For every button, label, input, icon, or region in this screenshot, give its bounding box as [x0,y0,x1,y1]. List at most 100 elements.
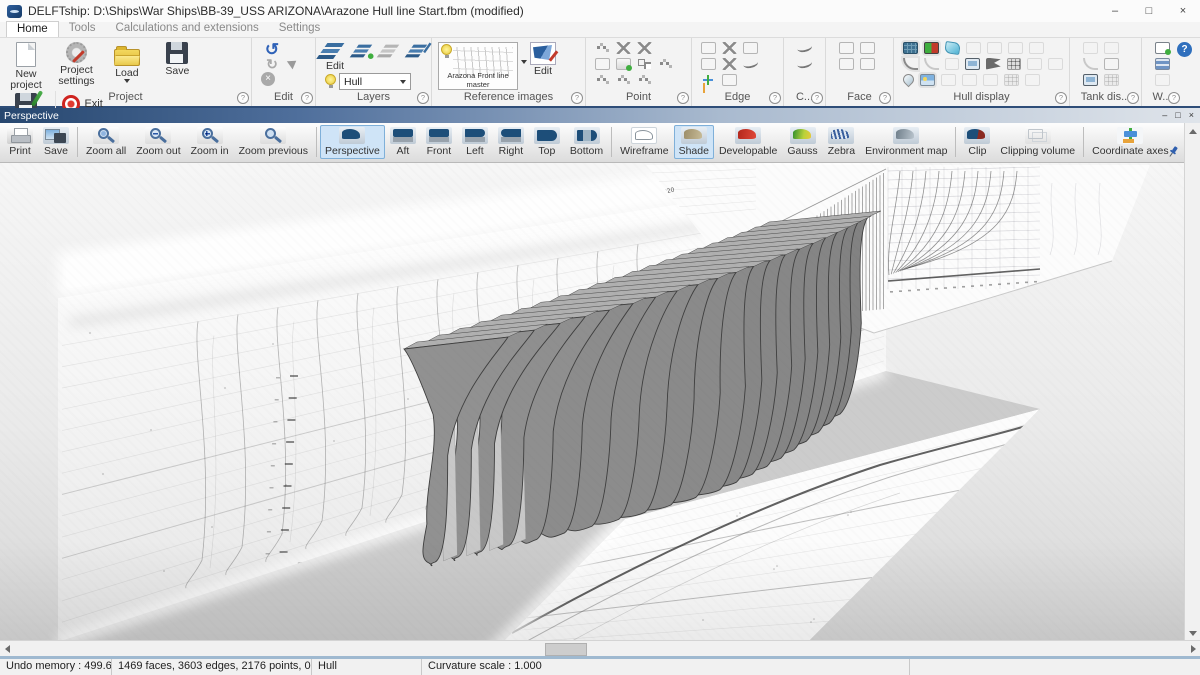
layer-visibility-icon[interactable] [325,74,336,89]
select-mode-icon[interactable] [287,57,299,70]
save-button[interactable]: Save [38,125,74,159]
restore-button[interactable]: □ [1132,1,1166,22]
right-button[interactable]: Right [493,125,529,159]
new-window-icon[interactable] [1155,42,1170,54]
show-buttocks-icon[interactable] [987,42,1002,54]
help-point-icon[interactable]: ? [677,92,689,104]
project-points-icon[interactable] [595,58,610,70]
show-report-icon[interactable] [1025,74,1040,86]
tile-windows-icon[interactable] [1155,58,1170,70]
tank-grid-icon[interactable] [1104,74,1119,86]
panel-close-button[interactable]: × [1189,109,1194,122]
help-button[interactable]: ? [1177,42,1192,57]
intersect-lines-icon[interactable] [616,42,631,54]
3d-viewport[interactable]: 5020 [0,163,1184,640]
scroll-left-icon[interactable] [5,645,10,653]
coordinate-axes-button[interactable]: Coordinate axes [1087,125,1173,159]
horizontal-scrollbar[interactable] [0,640,1200,656]
tank-select-icon[interactable] [1104,58,1119,70]
top-button[interactable]: Top [529,125,565,159]
menu-tab-home[interactable]: Home [6,21,59,37]
flip-face-icon[interactable] [860,42,875,54]
scroll-up-icon[interactable] [1189,129,1197,134]
cascade-windows-icon[interactable] [1155,74,1170,86]
collapse-points-icon[interactable] [595,42,610,54]
project-settings-button[interactable]: Project settings [53,40,99,87]
left-button[interactable]: Left [457,125,493,159]
tank-curve-icon[interactable] [1083,58,1098,70]
show-normals-icon[interactable] [945,58,960,70]
insert-edge-icon[interactable] [722,74,737,86]
edge-fork-icon[interactable] [742,58,759,70]
zoom-in-button[interactable]: Zoom in [186,125,234,159]
new-project-button[interactable]: New project [3,40,49,91]
tank-leaf-icon[interactable] [1104,42,1119,54]
cross-points-icon[interactable] [637,42,652,54]
help-edit-icon[interactable]: ? [301,92,313,104]
vertical-scrollbar[interactable] [1184,123,1200,640]
layer-properties-icon[interactable] [410,44,427,58]
save-button[interactable]: Save [154,40,200,77]
extrude-face-icon[interactable] [860,58,875,70]
toolbar-pin-icon[interactable] [1168,146,1178,158]
aft-button[interactable]: Aft [385,125,421,159]
wireframe-button[interactable]: Wireframe [615,125,673,159]
edge-axis-icon[interactable] [701,74,716,86]
background-images-icon[interactable] [920,74,935,86]
show-interior-icon[interactable] [924,42,939,54]
edge-tree-icon[interactable] [722,42,737,54]
menu-tab-settings[interactable]: Settings [269,21,331,37]
redo-button[interactable]: ↻ [261,58,283,71]
show-frames-icon[interactable] [983,74,998,86]
scroll-right-icon[interactable] [1191,645,1196,653]
show-control-curves-icon[interactable] [903,58,918,70]
crease-edge-icon[interactable] [722,58,737,70]
reference-image-edit-button[interactable]: Edit [530,42,556,77]
panel-restore-button[interactable]: □ [1175,109,1180,122]
minimize-button[interactable]: – [1098,1,1132,22]
copy-points-icon[interactable] [658,58,673,70]
help-face-icon[interactable]: ? [879,92,891,104]
show-curvature-icon[interactable] [924,58,939,70]
leak-points-icon[interactable] [901,72,917,88]
help-reference-images-icon[interactable]: ? [571,92,583,104]
insert-points-icon[interactable] [616,58,631,70]
undo-button[interactable]: ↺ [261,42,283,57]
show-markers-icon[interactable] [965,58,980,70]
zoom-previous-button[interactable]: Zoom previous [234,125,313,159]
add-layer-icon[interactable] [355,44,372,58]
subdivide-face-icon[interactable] [839,58,854,70]
zebra-button[interactable]: Zebra [823,125,860,159]
shade-button[interactable]: Shade [674,125,714,159]
auto-group-layer-icon[interactable] [382,44,399,58]
close-button[interactable]: × [1166,1,1200,22]
show-waterlines-icon[interactable] [1008,42,1023,54]
help-layers-icon[interactable]: ? [417,92,429,104]
front-button[interactable]: Front [421,125,457,159]
print-button[interactable]: Print [2,125,38,159]
clip-button[interactable]: Clip [959,125,995,159]
show-sections-icon[interactable] [941,74,956,86]
collapse-edge-icon[interactable] [743,42,758,54]
clipping-volume-button[interactable]: Clipping volume [995,125,1080,159]
add-curve-icon[interactable] [796,42,813,54]
show-mesh-icon[interactable] [903,42,918,54]
menu-tab-calculations-and-extensions[interactable]: Calculations and extensions [106,21,269,37]
help-edge-icon[interactable]: ? [769,92,781,104]
measure-points-icon[interactable] [637,74,652,86]
show-diagonals-icon[interactable] [1029,42,1044,54]
new-face-icon[interactable] [839,42,854,54]
ring-points-icon[interactable] [595,74,610,86]
show-crystal-icon[interactable] [944,41,961,55]
help-window-icon[interactable]: ? [1168,92,1180,104]
show-stations-icon[interactable] [966,42,981,54]
show-plates-icon[interactable] [962,74,977,86]
environment-map-button[interactable]: Environment map [860,125,952,159]
load-button[interactable]: Load [104,40,150,83]
show-grid-icon[interactable] [1007,58,1022,70]
show-filling-icon[interactable] [1027,58,1042,70]
horizontal-scrollbar-thumb[interactable] [545,643,587,656]
fair-curve-icon[interactable] [796,58,813,70]
help-hull-display-icon[interactable]: ? [1055,92,1067,104]
zoom-all-button[interactable]: Zoom all [81,125,131,159]
